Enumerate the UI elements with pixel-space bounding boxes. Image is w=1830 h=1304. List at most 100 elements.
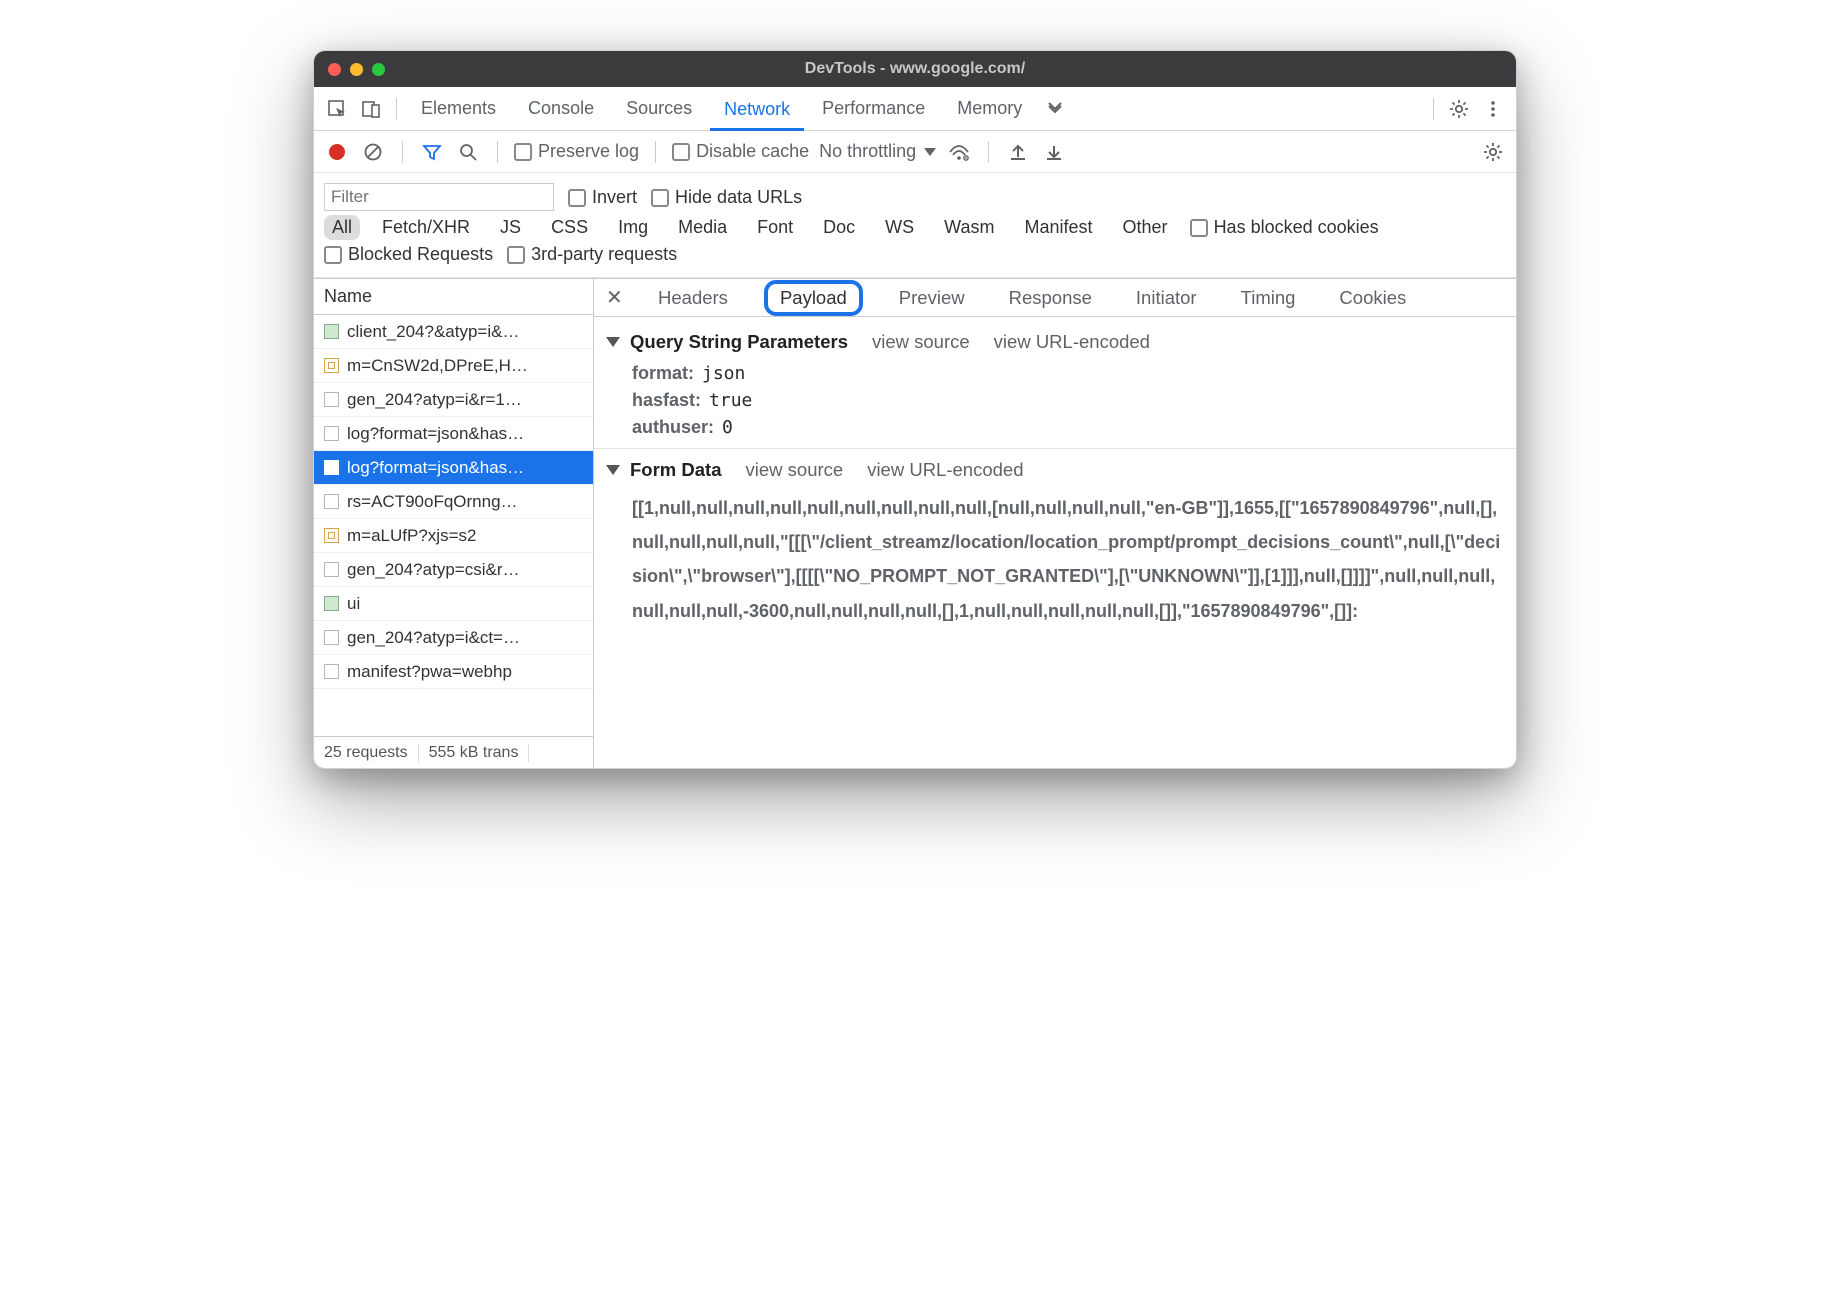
resource-type-icon [324,596,339,611]
requests-count: 25 requests [314,744,419,762]
detail-tab-initiator[interactable]: Initiator [1128,284,1205,312]
filter-ws[interactable]: WS [877,215,922,240]
tab-memory[interactable]: Memory [943,87,1036,130]
detail-tab-headers[interactable]: Headers [650,284,736,312]
third-party-checkbox[interactable]: 3rd-party requests [507,244,677,265]
throttling-label: No throttling [819,141,916,162]
has-blocked-label: Has blocked cookies [1214,217,1379,237]
detail-tab-response[interactable]: Response [1001,284,1100,312]
request-row[interactable]: log?format=json&has… [314,417,593,451]
search-icon[interactable] [455,139,481,165]
blocked-requests-checkbox[interactable]: Blocked Requests [324,244,493,265]
close-detail-icon[interactable]: ✕ [606,285,622,310]
request-row[interactable]: m=CnSW2d,DPreE,H… [314,349,593,383]
formdata-view-source[interactable]: view source [746,459,844,481]
more-tabs-icon[interactable] [1040,94,1070,124]
param-hasfast-key: hasfast: [632,390,701,411]
request-row[interactable]: ui [314,587,593,621]
formdata-view-url-encoded[interactable]: view URL-encoded [867,459,1023,481]
request-name: gen_204?atyp=i&r=1… [347,390,522,410]
resource-type-icon [324,392,339,407]
minimize-window-button[interactable] [350,63,363,76]
filter-img[interactable]: Img [610,215,656,240]
detail-tab-payload[interactable]: Payload [764,280,863,316]
kebab-menu-icon[interactable] [1478,94,1508,124]
request-row[interactable]: manifest?pwa=webhp [314,655,593,689]
formdata-collapse-icon[interactable] [606,465,620,475]
resource-type-icon [324,494,339,509]
device-toolbar-icon[interactable] [356,94,386,124]
filter-icon[interactable] [419,139,445,165]
filter-css[interactable]: CSS [543,215,596,240]
filter-js[interactable]: JS [492,215,529,240]
name-column-header[interactable]: Name [314,279,593,315]
filter-bar: Invert Hide data URLs All Fetch/XHR JS C… [314,173,1516,278]
filter-manifest[interactable]: Manifest [1017,215,1101,240]
main-tabbar: Elements Console Sources Network Perform… [314,87,1516,131]
transfer-size: 555 kB trans [419,744,530,762]
param-format-value: json [702,363,745,384]
request-row[interactable]: gen_204?atyp=i&ct=… [314,621,593,655]
record-button[interactable] [324,139,350,165]
filter-input[interactable] [324,183,554,211]
invert-label: Invert [592,187,637,207]
preserve-log-checkbox[interactable]: Preserve log [514,141,639,162]
download-har-icon[interactable] [1041,139,1067,165]
request-name: gen_204?atyp=i&ct=… [347,628,520,648]
network-settings-gear-icon[interactable] [1480,139,1506,165]
clear-icon[interactable] [360,139,386,165]
filter-media[interactable]: Media [670,215,735,240]
status-bar: 25 requests 555 kB trans [314,736,593,768]
request-row[interactable]: client_204?&atyp=i&… [314,315,593,349]
tab-console[interactable]: Console [514,87,608,130]
formdata-body: [[1,null,null,null,null,null,null,null,n… [632,491,1504,628]
filter-doc[interactable]: Doc [815,215,863,240]
resource-type-icon [324,324,339,339]
qsp-view-source[interactable]: view source [872,331,970,353]
hide-data-urls-checkbox[interactable]: Hide data URLs [651,187,802,208]
request-row[interactable]: gen_204?atyp=csi&r… [314,553,593,587]
network-conditions-icon[interactable] [946,139,972,165]
upload-har-icon[interactable] [1005,139,1031,165]
request-name: client_204?&atyp=i&… [347,322,519,342]
blocked-requests-label: Blocked Requests [348,244,493,264]
filter-wasm[interactable]: Wasm [936,215,1002,240]
titlebar: DevTools - www.google.com/ [314,51,1516,87]
request-row[interactable]: gen_204?atyp=i&r=1… [314,383,593,417]
param-authuser-key: authuser: [632,417,714,438]
detail-tab-timing[interactable]: Timing [1233,284,1304,312]
request-row[interactable]: m=aLUfP?xjs=s2 [314,519,593,553]
throttling-dropdown[interactable]: No throttling [819,141,936,162]
tab-network[interactable]: Network [710,88,804,131]
filter-font[interactable]: Font [749,215,801,240]
disable-cache-label: Disable cache [696,141,809,161]
filter-fetch-xhr[interactable]: Fetch/XHR [374,215,478,240]
request-name: ui [347,594,360,614]
filter-all[interactable]: All [324,215,360,240]
has-blocked-cookies-checkbox[interactable]: Has blocked cookies [1190,217,1379,238]
request-name: rs=ACT90oFqOrnng… [347,492,518,512]
detail-tabbar: ✕ Headers Payload Preview Response Initi… [594,279,1516,317]
third-party-label: 3rd-party requests [531,244,677,264]
disable-cache-checkbox[interactable]: Disable cache [672,141,809,162]
request-row[interactable]: log?format=json&has… [314,451,593,485]
chevron-down-icon [924,148,936,156]
filter-other[interactable]: Other [1115,215,1176,240]
fullscreen-window-button[interactable] [372,63,385,76]
network-toolbar: Preserve log Disable cache No throttling [314,131,1516,173]
detail-tab-preview[interactable]: Preview [891,284,973,312]
tab-elements[interactable]: Elements [407,87,510,130]
tab-performance[interactable]: Performance [808,87,939,130]
resource-type-icon [324,460,339,475]
detail-tab-cookies[interactable]: Cookies [1331,284,1414,312]
param-authuser-value: 0 [722,417,733,438]
qsp-view-url-encoded[interactable]: view URL-encoded [994,331,1150,353]
close-window-button[interactable] [328,63,341,76]
qsp-collapse-icon[interactable] [606,337,620,347]
tab-sources[interactable]: Sources [612,87,706,130]
request-row[interactable]: rs=ACT90oFqOrnng… [314,485,593,519]
gear-icon[interactable] [1444,94,1474,124]
inspect-element-icon[interactable] [322,94,352,124]
resource-type-icon [324,664,339,679]
invert-checkbox[interactable]: Invert [568,187,637,208]
